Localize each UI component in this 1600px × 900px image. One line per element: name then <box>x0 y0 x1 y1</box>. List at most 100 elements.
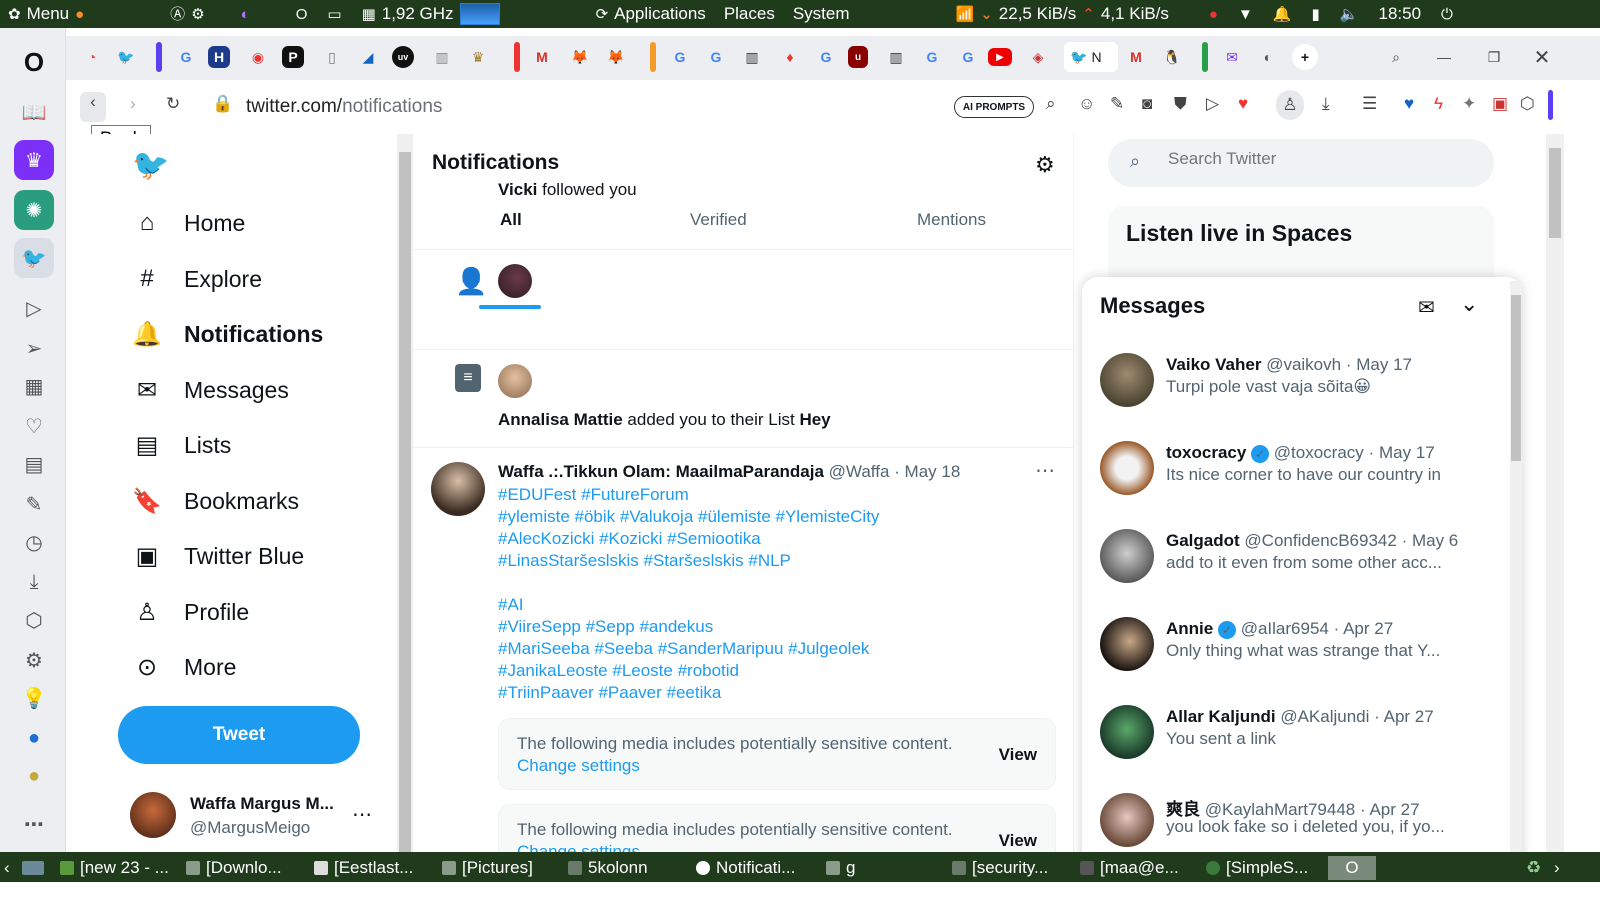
tab-ublock-icon[interactable]: u <box>848 46 868 68</box>
tab-doc-icon[interactable]: ▯ <box>318 42 346 72</box>
tab-google4-icon[interactable]: G <box>812 42 840 72</box>
easy-setup-icon[interactable]: ☰ <box>1362 94 1377 114</box>
edit-icon[interactable]: ✎ <box>14 484 54 524</box>
tab-fox-icon[interactable]: 🦊 <box>566 42 594 72</box>
camera-icon[interactable]: ◙ <box>1142 94 1152 114</box>
tab-puzzle-icon[interactable]: ◈ <box>1024 42 1052 72</box>
nav-twitter-blue[interactable]: ▣ Twitter Blue <box>132 541 305 571</box>
pencil-icon[interactable]: ✎ <box>1110 94 1124 114</box>
twitter-sidebar-icon[interactable]: 🐦 <box>14 238 54 278</box>
favorite-heart-icon[interactable]: ♥ <box>1238 94 1248 114</box>
task-item[interactable]: [new 23 - ... <box>60 856 169 880</box>
trash-icon[interactable]: ♻ <box>1526 856 1541 880</box>
tab-crest-icon[interactable]: ♛ <box>464 42 492 72</box>
chat-icon[interactable]: ● <box>14 718 54 758</box>
new-message-icon[interactable]: ✉ <box>1418 295 1435 320</box>
close-window-icon[interactable]: ✕ <box>1528 42 1556 72</box>
news-icon[interactable]: ▤ <box>14 444 54 484</box>
tab-google5-icon[interactable]: G <box>918 42 946 72</box>
ai-prompts-button[interactable]: AI PROMPTS <box>954 96 1034 118</box>
tab-globe-icon[interactable]: ◐ <box>1254 42 1282 72</box>
launcher-gears-icon[interactable]: ⚙ <box>191 7 204 22</box>
launcher-a-icon[interactable]: Ⓐ <box>170 7 185 22</box>
download-icon[interactable]: ⤓ <box>1322 94 1330 114</box>
account-more-icon[interactable]: ⋯ <box>352 802 372 827</box>
tab-mail-icon[interactable]: ✉ <box>1218 42 1246 72</box>
system-menu[interactable]: System <box>793 4 850 24</box>
places-menu[interactable]: Places <box>724 4 775 24</box>
tweet-date[interactable]: May 18 <box>905 462 961 481</box>
messages-scrollbar[interactable] <box>1510 281 1522 856</box>
follow-notification[interactable]: 👤 Vicki followed you <box>413 180 1074 350</box>
conversation-item[interactable]: Galgadot @ConfidencB69342 · May 6 add to… <box>1100 527 1500 603</box>
list-name[interactable]: Hey <box>799 410 830 429</box>
power-icon[interactable]: ⏻ <box>1441 7 1453 22</box>
tab-penguin-icon[interactable]: 🐧 <box>1158 42 1186 72</box>
aria-icon[interactable]: ⌕ <box>1046 94 1056 114</box>
history-icon[interactable]: ◷ <box>14 522 54 562</box>
tab-google3-icon[interactable]: G <box>702 42 730 72</box>
tab-twitter-icon[interactable]: 🐦 <box>112 42 140 72</box>
task-item[interactable]: [Downlo... <box>186 856 282 880</box>
task-item[interactable]: 5kolonn <box>568 856 648 880</box>
nav-more[interactable]: ⊙ More <box>132 652 236 682</box>
tab-verified[interactable]: Verified <box>690 210 747 230</box>
conversation-item[interactable]: Vaiko Vaher @vaikovh · May 17 Turpi pole… <box>1100 351 1500 427</box>
opera-launcher-icon[interactable]: O <box>296 7 308 22</box>
conversation-item[interactable]: Allar Kaljundi @AKaljundi · Apr 27 You s… <box>1100 703 1500 779</box>
player-icon[interactable]: ▷ <box>14 288 54 328</box>
tab-mentions[interactable]: Mentions <box>917 210 986 230</box>
view-button[interactable]: View <box>999 745 1037 765</box>
conversation-item[interactable]: Annie ✓ @aIlar6954 · Apr 27 Only thing w… <box>1100 615 1500 691</box>
avatar[interactable] <box>431 462 485 516</box>
tab-arrow-icon[interactable]: ◢ <box>354 42 382 72</box>
opera-logo-icon[interactable]: O <box>14 42 54 82</box>
nav-lists[interactable]: ▤ Lists <box>132 430 232 460</box>
emoji-icon[interactable]: ☺ <box>1078 94 1095 114</box>
change-settings-link[interactable]: Change settings <box>517 756 640 776</box>
tab-pocket-icon[interactable]: ◉ <box>244 42 272 72</box>
tab-active-twitter[interactable]: 🐦 N <box>1064 42 1118 72</box>
ext-puzzle-icon[interactable]: ✦ <box>1462 94 1476 114</box>
minimize-icon[interactable]: — <box>1430 42 1458 72</box>
chatgpt-icon[interactable]: ✺ <box>14 190 54 230</box>
settings-icon[interactable]: ⚙ <box>14 640 54 680</box>
send-page-icon[interactable]: ▷ <box>1206 94 1219 114</box>
left-scrollbar[interactable] <box>397 134 413 852</box>
hashtag-line[interactable]: #ViireSepp #Sepp #andekus <box>498 616 879 638</box>
tweet-more-icon[interactable]: ⋯ <box>1035 458 1055 483</box>
left-scrollbar-thumb[interactable] <box>399 152 411 852</box>
tab-google-icon[interactable]: G <box>172 42 200 72</box>
hashtag-line[interactable]: #AlecKozicki #Kozicki #Semiootika <box>498 528 879 550</box>
task-opera-active[interactable]: O <box>1328 856 1376 880</box>
hashtag-line[interactable]: #LinasStaršeslskis #Staršeslskis #NLP <box>498 550 879 572</box>
tab-book-icon[interactable]: ▥ <box>428 42 456 72</box>
clock[interactable]: 18:50 <box>1378 4 1421 24</box>
task-item[interactable]: [maa@e... <box>1080 856 1179 880</box>
collapse-chevron-icon[interactable]: ⌄ <box>1460 291 1478 317</box>
terminal-icon[interactable]: ▭ <box>327 7 341 22</box>
view-button[interactable]: View <box>999 831 1037 851</box>
applications-menu[interactable]: Applications <box>614 4 706 24</box>
launcher-purple-icon[interactable]: ◐ <box>241 7 250 22</box>
bulb-icon[interactable]: 💡 <box>14 678 54 718</box>
record-icon[interactable]: ● <box>1209 7 1218 22</box>
task-item[interactable]: Notificati... <box>696 856 795 880</box>
tab-archive-icon[interactable]: ▥ <box>738 42 766 72</box>
tab-youtube-icon[interactable]: ▶ <box>988 48 1012 66</box>
hashtag-line[interactable]: #EDUFest #FutureForum <box>498 484 879 506</box>
tweet-handle[interactable]: @Waffa <box>829 462 890 481</box>
tab-gmail2-icon[interactable]: M <box>1122 42 1150 72</box>
forward-icon[interactable]: › <box>130 94 136 114</box>
settings-gear-icon[interactable]: ⚙ <box>1035 152 1055 178</box>
avatar[interactable] <box>498 264 532 298</box>
nav-home[interactable]: ⌂ Home <box>132 208 246 238</box>
ext-heart-icon[interactable]: ♥ <box>1404 94 1414 114</box>
tweet-button[interactable]: Tweet <box>118 706 360 764</box>
back-icon[interactable]: ‹ <box>80 92 106 122</box>
tab-fox2-icon[interactable]: 🦊 <box>602 42 630 72</box>
right-scrollbar-thumb[interactable] <box>1549 148 1561 238</box>
tab-google6-icon[interactable]: G <box>954 42 982 72</box>
coin-icon[interactable]: ● <box>14 756 54 796</box>
hashtag-line[interactable]: #JanikaLeoste #Leoste #robotid <box>498 660 879 682</box>
